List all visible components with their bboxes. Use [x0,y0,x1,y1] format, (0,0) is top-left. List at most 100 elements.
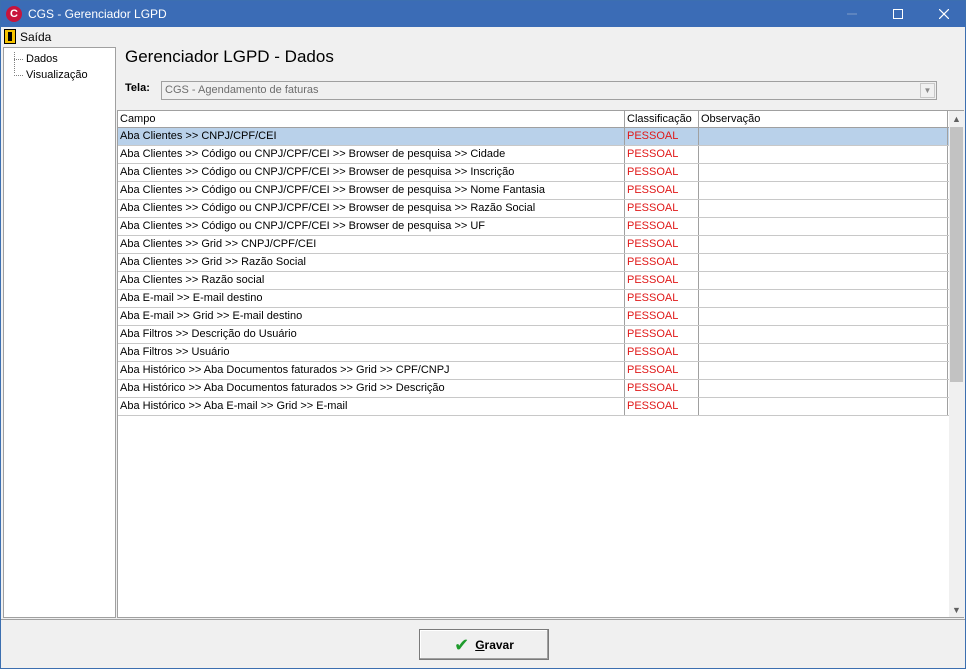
cell-observacao[interactable] [699,290,948,307]
cell-observacao[interactable] [699,398,948,415]
table-row[interactable]: Aba Clientes >> Razão social PESSOAL [118,272,949,290]
table-row[interactable]: Aba E-mail >> E-mail destino PESSOAL [118,290,949,308]
cell-observacao[interactable] [699,146,948,163]
scroll-up-icon[interactable]: ▲ [949,111,964,126]
grid-header: Campo Classificação Observação [118,111,949,128]
cell-classificacao[interactable]: PESSOAL [625,236,699,253]
cell-observacao[interactable] [699,326,948,343]
cell-campo[interactable]: Aba E-mail >> E-mail destino [118,290,625,307]
menu-exit[interactable]: Saída [1,29,51,44]
window-title: CGS - Gerenciador LGPD [28,7,167,21]
cell-classificacao[interactable]: PESSOAL [625,146,699,163]
vertical-scrollbar[interactable]: ▲ ▼ [949,111,964,617]
menu-exit-label: Saída [20,29,52,44]
cell-observacao[interactable] [699,236,948,253]
cell-observacao[interactable] [699,128,948,145]
cell-classificacao[interactable]: PESSOAL [625,362,699,379]
table-row[interactable]: Aba E-mail >> Grid >> E-mail destino PESS… [118,308,949,326]
tela-select-value: CGS - Agendamento de faturas [165,84,319,96]
cell-classificacao[interactable]: PESSOAL [625,164,699,181]
table-row[interactable]: Aba Clientes >> CNPJ/CPF/CEI PESSOAL [118,128,949,146]
cell-classificacao[interactable]: PESSOAL [625,308,699,325]
data-grid: Campo Classificação Observação Aba Clien… [117,110,964,618]
cell-observacao[interactable] [699,218,948,235]
cell-campo[interactable]: Aba Clientes >> Razão social [118,272,625,289]
menu-bar: Saída [1,27,965,46]
cell-classificacao[interactable]: PESSOAL [625,200,699,217]
tela-label: Tela: [125,82,150,94]
cell-campo[interactable]: Aba E-mail >> Grid >> E-mail destino [118,308,625,325]
cell-classificacao[interactable]: PESSOAL [625,380,699,397]
cell-campo[interactable]: Aba Clientes >> Código ou CNPJ/CPF/CEI >… [118,218,625,235]
save-button-label: Gravar [475,637,514,652]
cell-observacao[interactable] [699,200,948,217]
sidebar-item-dados[interactable]: Dados [4,51,115,67]
check-icon: ✔ [454,634,470,655]
maximize-icon [893,9,903,19]
cell-campo[interactable]: Aba Filtros >> Descrição do Usuário [118,326,625,343]
cell-campo[interactable]: Aba Clientes >> Grid >> CNPJ/CPF/CEI [118,236,625,253]
app-window: C CGS - Gerenciador LGPD Saída Dados Vis… [0,0,966,669]
cell-campo[interactable]: Aba Histórico >> Aba Documentos faturado… [118,380,625,397]
table-row[interactable]: Aba Clientes >> Código ou CNPJ/CPF/CEI >… [118,164,949,182]
table-row[interactable]: Aba Clientes >> Código ou CNPJ/CPF/CEI >… [118,218,949,236]
cell-classificacao[interactable]: PESSOAL [625,272,699,289]
cell-campo[interactable]: Aba Clientes >> Código ou CNPJ/CPF/CEI >… [118,200,625,217]
scroll-down-icon[interactable]: ▼ [949,602,964,617]
cell-observacao[interactable] [699,344,948,361]
footer-divider [1,619,965,620]
column-header-classificacao[interactable]: Classificação [625,111,699,127]
cell-campo[interactable]: Aba Clientes >> Código ou CNPJ/CPF/CEI >… [118,164,625,181]
cell-campo[interactable]: Aba Clientes >> Grid >> Razão Social [118,254,625,271]
table-row[interactable]: Aba Clientes >> Código ou CNPJ/CPF/CEI >… [118,146,949,164]
table-row[interactable]: Aba Filtros >> Usuário PESSOAL [118,344,949,362]
minimize-icon [847,13,857,15]
exit-door-icon [4,29,16,44]
table-row[interactable]: Aba Clientes >> Grid >> CNPJ/CPF/CEI PESS… [118,236,949,254]
page-title: Gerenciador LGPD - Dados [125,47,334,66]
close-icon [939,9,949,19]
cell-observacao[interactable] [699,362,948,379]
table-row[interactable]: Aba Histórico >> Aba Documentos faturado… [118,380,949,398]
save-button[interactable]: ✔ Gravar [419,629,549,660]
table-row[interactable]: Aba Clientes >> Grid >> Razão Social PESS… [118,254,949,272]
title-bar[interactable]: C CGS - Gerenciador LGPD [1,1,965,27]
cell-observacao[interactable] [699,182,948,199]
cell-classificacao[interactable]: PESSOAL [625,182,699,199]
column-header-campo[interactable]: Campo [118,111,625,127]
cell-campo[interactable]: Aba Filtros >> Usuário [118,344,625,361]
cell-classificacao[interactable]: PESSOAL [625,398,699,415]
sidebar-tree: Dados Visualização [3,47,116,618]
tela-select[interactable]: CGS - Agendamento de faturas ▼ [161,81,937,100]
table-row[interactable]: Aba Filtros >> Descrição do Usuário PESSO… [118,326,949,344]
scroll-thumb[interactable] [950,127,963,382]
app-logo-icon: C [6,6,22,22]
table-row[interactable]: Aba Histórico >> Aba E-mail >> Grid >> E… [118,398,949,416]
cell-observacao[interactable] [699,272,948,289]
cell-campo[interactable]: Aba Clientes >> Código ou CNPJ/CPF/CEI >… [118,146,625,163]
cell-classificacao[interactable]: PESSOAL [625,344,699,361]
column-header-observacao[interactable]: Observação [699,111,948,127]
cell-campo[interactable]: Aba Histórico >> Aba Documentos faturado… [118,362,625,379]
sidebar-item-visualizacao[interactable]: Visualização [4,67,115,83]
cell-observacao[interactable] [699,308,948,325]
chevron-down-icon[interactable]: ▼ [920,83,935,98]
cell-campo[interactable]: Aba Clientes >> CNPJ/CPF/CEI [118,128,625,145]
cell-observacao[interactable] [699,164,948,181]
table-row[interactable]: Aba Histórico >> Aba Documentos faturado… [118,362,949,380]
cell-classificacao[interactable]: PESSOAL [625,254,699,271]
grid-rows: Aba Clientes >> CNPJ/CPF/CEI PESSOAL Aba C… [118,128,949,416]
cell-classificacao[interactable]: PESSOAL [625,218,699,235]
table-row[interactable]: Aba Clientes >> Código ou CNPJ/CPF/CEI >… [118,200,949,218]
cell-observacao[interactable] [699,380,948,397]
cell-classificacao[interactable]: PESSOAL [625,326,699,343]
cell-classificacao[interactable]: PESSOAL [625,128,699,145]
close-button[interactable] [921,1,966,27]
table-row[interactable]: Aba Clientes >> Código ou CNPJ/CPF/CEI >… [118,182,949,200]
maximize-button[interactable] [875,1,921,27]
cell-observacao[interactable] [699,254,948,271]
cell-campo[interactable]: Aba Histórico >> Aba E-mail >> Grid >> E… [118,398,625,415]
minimize-button[interactable] [829,1,875,27]
cell-campo[interactable]: Aba Clientes >> Código ou CNPJ/CPF/CEI >… [118,182,625,199]
cell-classificacao[interactable]: PESSOAL [625,290,699,307]
